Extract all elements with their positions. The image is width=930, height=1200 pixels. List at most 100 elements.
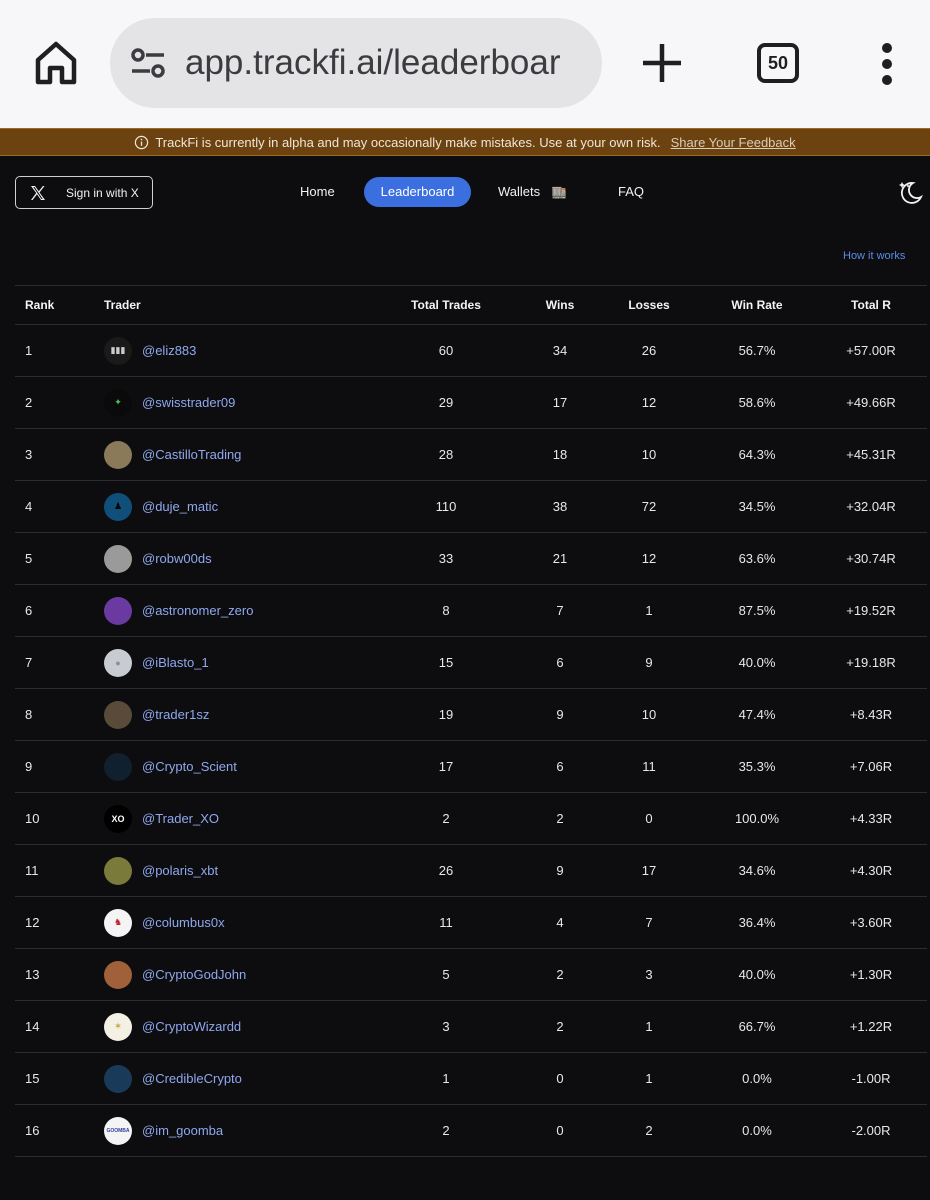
header-trader[interactable]: Trader [104,286,141,324]
trader-handle-link[interactable]: @CryptoGodJohn [142,967,246,982]
how-it-works-link[interactable]: How it works [843,250,905,262]
trader-handle-link[interactable]: @robw00ds [142,551,212,566]
table-row[interactable]: 4 110 38 72 34.5% +32.04R ♟ @duje_matic [15,481,927,533]
info-icon [135,135,149,149]
nav-leaderboard[interactable]: Leaderboard [364,177,471,207]
tab-switcher-button[interactable]: 50 [757,43,799,83]
header-losses[interactable]: Losses [605,286,693,324]
url-bar[interactable]: app.trackfi.ai/leaderboar [110,18,602,108]
header-rank[interactable]: Rank [25,286,54,324]
rank-cell: 7 [25,655,33,670]
win-rate-cell: 47.4% [738,707,776,722]
total-r-cell: +49.66R [846,395,896,410]
losses-cell: 1 [645,603,653,618]
total-trades-cell: 60 [438,343,454,358]
total-r-cell: +45.31R [846,447,896,462]
total-r-cell: +30.74R [846,551,896,566]
trader-handle-link[interactable]: @Trader_XO [142,811,219,826]
url-text[interactable]: app.trackfi.ai/leaderboar [185,18,561,108]
table-row[interactable]: 16 2 0 2 0.0% -2.00R GOOMBA @im_goomba [15,1105,927,1157]
trader-cell[interactable]: GOOMBA @im_goomba [104,1105,223,1156]
table-row[interactable]: 5 33 21 12 63.6% +30.74R @robw00ds [15,533,927,585]
trader-handle-link[interactable]: @eliz883 [142,343,196,358]
rank-cell: 12 [25,915,40,930]
trader-cell[interactable]: @polaris_xbt [104,845,218,896]
trader-cell[interactable]: ♟ @duje_matic [104,481,218,532]
trader-cell[interactable]: ♞ @columbus0x [104,897,225,948]
win-rate-cell: 66.7% [738,1019,776,1034]
table-row[interactable]: 6 8 7 1 87.5% +19.52R @astronomer_zero [15,585,927,637]
table-row[interactable]: 1 60 34 26 56.7% +57.00R ▮▮▮ @eliz883 [15,325,927,377]
table-row[interactable]: 13 5 2 3 40.0% +1.30R @CryptoGodJohn [15,949,927,1001]
table-row[interactable]: 8 19 9 10 47.4% +8.43R @trader1sz [15,689,927,741]
table-row[interactable]: 10 2 2 0 100.0% +4.33R XO @Trader_XO [15,793,927,845]
trader-handle-link[interactable]: @swisstrader09 [142,395,235,410]
trader-handle-link[interactable]: @duje_matic [142,499,218,514]
table-row[interactable]: 7 15 6 9 40.0% +19.18R ● @iBlasto_1 [15,637,927,689]
losses-cell: 26 [641,343,657,358]
header-wins[interactable]: Wins [520,286,600,324]
trader-cell[interactable]: ▮▮▮ @eliz883 [104,325,196,376]
header-total-r[interactable]: Total R [815,286,927,324]
sign-in-with-x-button[interactable]: Sign in with X [15,176,153,209]
total-r-cell: +19.18R [846,655,896,670]
avatar: ♟ [104,492,132,521]
dark-mode-toggle-icon[interactable] [897,180,923,204]
trader-cell[interactable]: @robw00ds [104,533,212,584]
wins-cell: 6 [556,759,564,774]
trader-handle-link[interactable]: @polaris_xbt [142,863,218,878]
table-row[interactable]: 3 28 18 10 64.3% +45.31R @CastilloTrading [15,429,927,481]
table-row[interactable]: 15 1 0 1 0.0% -1.00R @CredibleCrypto [15,1053,927,1105]
win-rate-cell: 58.6% [738,395,776,410]
losses-cell: 2 [645,1123,653,1138]
trader-handle-link[interactable]: @trader1sz [142,707,209,722]
trader-handle-link[interactable]: @iBlasto_1 [142,655,209,670]
site-settings-icon[interactable] [130,46,166,80]
nav-faq[interactable]: FAQ [618,177,644,207]
trader-cell[interactable]: @astronomer_zero [104,585,253,636]
table-row[interactable]: 14 3 2 1 66.7% +1.22R ✶ @CryptoWizardd [15,1001,927,1053]
trader-handle-link[interactable]: @im_goomba [142,1123,223,1138]
total-trades-cell: 29 [438,395,454,410]
total-trades-cell: 5 [442,967,450,982]
rank-cell: 13 [25,967,40,982]
trader-handle-link[interactable]: @CryptoWizardd [142,1019,241,1034]
trader-cell[interactable]: ● @iBlasto_1 [104,637,209,688]
trader-cell[interactable]: XO @Trader_XO [104,793,219,844]
header-win-rate[interactable]: Win Rate [700,286,814,324]
header-total-trades[interactable]: Total Trades [371,286,521,324]
feedback-link[interactable]: Share Your Feedback [671,135,796,150]
losses-cell: 7 [645,915,653,930]
table-row[interactable]: 12 11 4 7 36.4% +3.60R ♞ @columbus0x [15,897,927,949]
new-tab-icon[interactable] [640,41,684,85]
trader-handle-link[interactable]: @Crypto_Scient [142,759,237,774]
home-icon[interactable] [34,40,78,86]
trader-handle-link[interactable]: @CredibleCrypto [142,1071,242,1086]
trader-cell[interactable]: @CryptoGodJohn [104,949,246,1000]
trader-cell[interactable]: @CredibleCrypto [104,1053,242,1104]
trader-cell[interactable]: ✦ @swisstrader09 [104,377,235,428]
trader-cell[interactable]: @trader1sz [104,689,209,740]
total-trades-cell: 11 [439,915,453,930]
trader-cell[interactable]: @Crypto_Scient [104,741,237,792]
win-rate-cell: 64.3% [738,447,776,462]
nav-home[interactable]: Home [300,177,335,207]
trader-cell[interactable]: @CastilloTrading [104,429,241,480]
total-trades-cell: 1 [442,1071,450,1086]
trader-handle-link[interactable]: @astronomer_zero [142,603,253,618]
table-row[interactable]: 9 17 6 11 35.3% +7.06R @Crypto_Scient [15,741,927,793]
avatar: ▮▮▮ [104,336,132,365]
losses-cell: 12 [641,395,657,410]
banner-message: TrackFi is currently in alpha and may oc… [155,134,661,150]
nav-wallets[interactable]: Wallets 🏬 [498,177,567,207]
table-header: Rank Trader Total Trades Wins Losses Win… [15,285,927,325]
table-row[interactable]: 2 29 17 12 58.6% +49.66R ✦ @swisstrader09 [15,377,927,429]
trader-handle-link[interactable]: @columbus0x [142,915,225,930]
trader-cell[interactable]: ✶ @CryptoWizardd [104,1001,241,1052]
total-trades-cell: 33 [438,551,454,566]
wins-cell: 17 [552,395,568,410]
table-row[interactable]: 11 26 9 17 34.6% +4.30R @polaris_xbt [15,845,927,897]
losses-cell: 9 [645,655,653,670]
more-options-icon[interactable] [880,42,894,86]
trader-handle-link[interactable]: @CastilloTrading [142,447,241,462]
